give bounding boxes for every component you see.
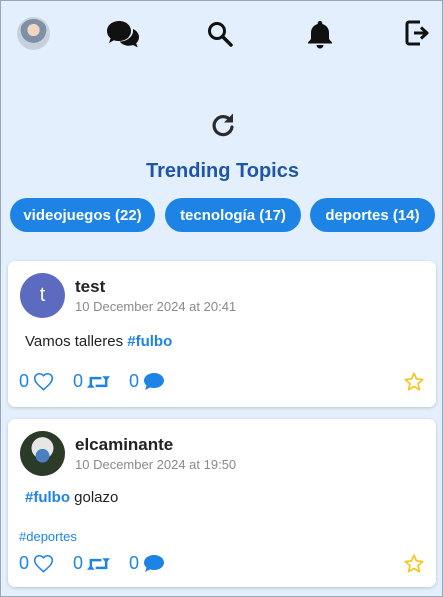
user-avatar[interactable]	[17, 17, 50, 50]
post-text-content: golazo	[70, 489, 119, 506]
post-author-avatar[interactable]	[20, 431, 65, 476]
post-hashtag-link[interactable]: #fulbo	[127, 333, 172, 350]
post-text: #fulbo golazo	[25, 489, 118, 506]
comment-button[interactable]: 0	[129, 553, 165, 574]
repost-icon	[87, 557, 111, 570]
heart-icon	[33, 372, 54, 391]
star-icon[interactable]	[403, 553, 425, 580]
star-icon[interactable]	[403, 371, 425, 398]
heart-icon	[33, 554, 54, 573]
refresh-icon[interactable]	[209, 111, 237, 139]
like-count: 0	[19, 371, 30, 391]
comment-button[interactable]: 0	[129, 371, 165, 392]
post-card: t test 10 December 2024 at 20:41 Vamos t…	[8, 261, 436, 407]
search-icon[interactable]	[207, 21, 233, 47]
chat-bubbles-icon[interactable]	[107, 19, 139, 49]
topic-chip-tecnologia[interactable]: tecnología (17)	[165, 198, 301, 232]
comment-count: 0	[129, 371, 140, 391]
trending-topic-chips: videojuegos (22) tecnología (17) deporte…	[1, 198, 442, 232]
top-navigation-bar	[1, 1, 442, 67]
post-timestamp: 10 December 2024 at 20:41	[75, 299, 237, 314]
like-count: 0	[19, 553, 30, 573]
post-text: Vamos talleres #fulbo	[25, 333, 172, 350]
comment-count: 0	[129, 553, 140, 573]
repost-count: 0	[73, 553, 84, 573]
repost-button[interactable]: 0	[73, 371, 111, 392]
post-timestamp: 10 December 2024 at 19:50	[75, 457, 237, 472]
like-button[interactable]: 0	[19, 553, 54, 574]
comment-bubble-icon	[144, 555, 165, 572]
app-frame: Trending Topics videojuegos (22) tecnolo…	[0, 0, 443, 597]
post-actions: 0 0 0	[19, 553, 425, 577]
post-author-name[interactable]: elcaminante	[75, 435, 173, 455]
post-topic-tag[interactable]: #deportes	[19, 529, 77, 544]
post-author-avatar[interactable]: t	[20, 273, 65, 318]
topic-chip-videojuegos[interactable]: videojuegos (22)	[10, 198, 155, 232]
topic-chip-deportes[interactable]: deportes (14)	[310, 198, 435, 232]
repost-count: 0	[73, 371, 84, 391]
comment-bubble-icon	[144, 373, 165, 390]
post-card: elcaminante 10 December 2024 at 19:50 #f…	[8, 419, 436, 587]
repost-button[interactable]: 0	[73, 553, 111, 574]
repost-icon	[87, 375, 111, 388]
bell-icon[interactable]	[306, 19, 334, 49]
like-button[interactable]: 0	[19, 371, 54, 392]
post-hashtag-link[interactable]: #fulbo	[25, 489, 70, 506]
logout-icon[interactable]	[405, 19, 431, 47]
post-author-name[interactable]: test	[75, 277, 105, 297]
post-actions: 0 0 0	[19, 371, 425, 395]
trending-topics-title: Trending Topics	[146, 160, 299, 182]
post-text-content: Vamos talleres	[25, 333, 128, 350]
